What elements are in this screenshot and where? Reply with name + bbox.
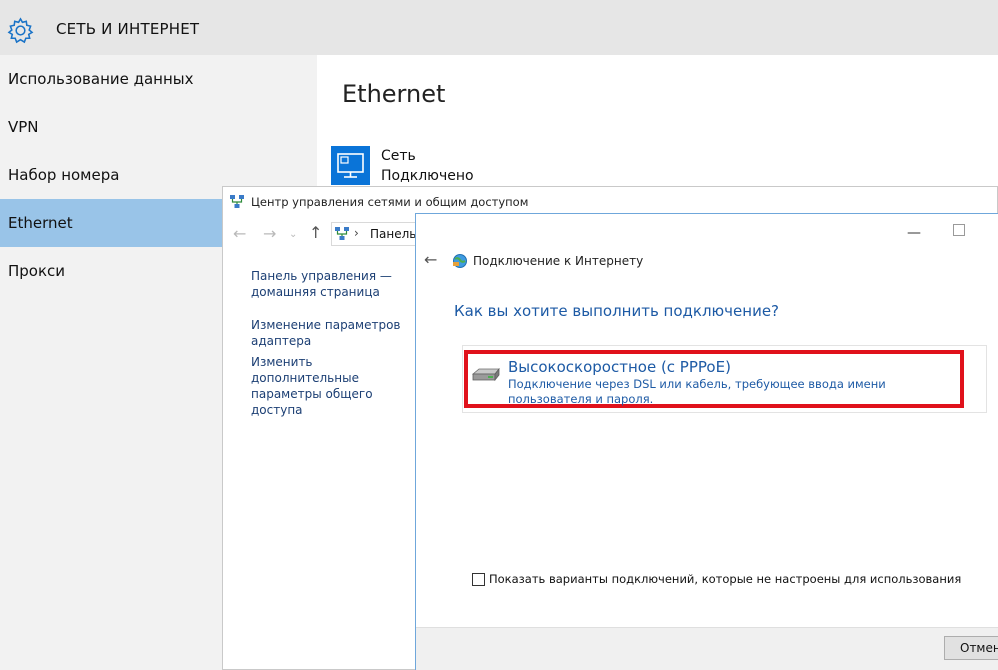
modem-icon	[471, 367, 500, 382]
cancel-button[interactable]: Отмена	[944, 636, 998, 660]
back-arrow-icon[interactable]: ←	[424, 250, 437, 269]
minimize-button[interactable]: —	[907, 225, 921, 241]
sidebar-item-ethernet[interactable]: Ethernet	[0, 199, 222, 247]
maximize-button[interactable]	[953, 224, 965, 236]
sidebar-item-data-usage[interactable]: Использование данных	[0, 55, 317, 103]
breadcrumb-separator-icon[interactable]: ›	[354, 226, 359, 240]
settings-title: СЕТЬ И ИНТЕРНЕТ	[56, 20, 200, 38]
network-center-icon	[335, 227, 349, 240]
gear-icon	[7, 17, 34, 44]
link-control-panel-home[interactable]: Панель управления — домашняя страница	[251, 268, 411, 300]
show-all-options-checkbox[interactable]	[472, 573, 485, 586]
network-tile[interactable]	[331, 146, 370, 185]
dialog-title: Подключение к Интернету	[473, 254, 644, 268]
network-status: Подключено	[381, 168, 474, 184]
link-change-adapter-settings[interactable]: Изменение параметров адаптера	[251, 317, 411, 349]
dialog-footer	[416, 627, 998, 670]
link-advanced-sharing-settings[interactable]: Изменить дополнительные параметры общего…	[251, 354, 411, 418]
option-description: Подключение через DSL или кабель, требую…	[508, 377, 886, 406]
internet-globe-icon	[453, 254, 467, 268]
show-all-options-label[interactable]: Показать варианты подключений, которые н…	[489, 572, 961, 586]
sidebar-item-vpn[interactable]: VPN	[0, 103, 317, 151]
network-name[interactable]: Сеть	[381, 148, 416, 164]
dialog-question: Как вы хотите выполнить подключение?	[454, 302, 780, 320]
up-arrow-icon[interactable]: ↑	[309, 223, 322, 242]
network-center-title: Центр управления сетями и общим доступом	[251, 195, 529, 209]
option-title[interactable]: Высокоскоростное (с PPPoE)	[508, 358, 731, 376]
back-arrow-icon[interactable]: ←	[233, 224, 246, 243]
network-center-icon	[230, 195, 244, 208]
connect-dialog	[415, 213, 998, 670]
monitor-icon	[337, 153, 364, 178]
forward-arrow-icon[interactable]: →	[263, 224, 276, 243]
recent-dropdown-icon[interactable]: ⌄	[289, 229, 297, 240]
page-title: Ethernet	[342, 80, 446, 108]
